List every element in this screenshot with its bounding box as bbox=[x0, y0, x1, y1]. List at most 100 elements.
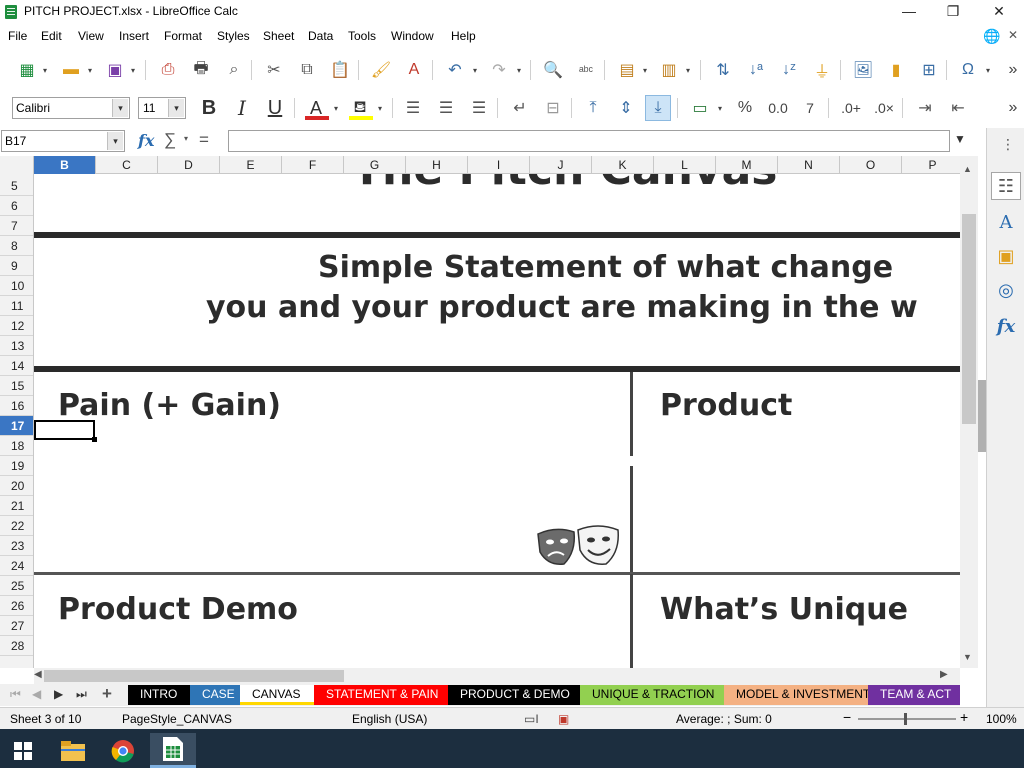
previous-sheet-icon[interactable]: ◀ bbox=[32, 687, 41, 701]
menu-styles[interactable]: Styles bbox=[217, 29, 250, 43]
row-header-12[interactable]: 12 bbox=[0, 316, 33, 336]
sort-icon[interactable]: ⇅ bbox=[710, 57, 736, 83]
undo-icon[interactable]: ↶ bbox=[442, 57, 468, 83]
redo-dropdown-icon[interactable]: ▾ bbox=[517, 66, 525, 75]
export-pdf-icon[interactable]: ⎙ bbox=[155, 57, 181, 83]
font-color-dropdown-icon[interactable]: ▾ bbox=[334, 104, 342, 113]
sheet-tab-3[interactable]: STATEMENT & PAIN bbox=[314, 685, 448, 705]
file-explorer-icon[interactable] bbox=[50, 733, 96, 768]
column-header-l[interactable]: L bbox=[654, 156, 716, 174]
cut-icon[interactable]: ✂ bbox=[261, 57, 287, 83]
open-dropdown-icon[interactable]: ▾ bbox=[88, 66, 96, 75]
bold-icon[interactable]: B bbox=[196, 95, 222, 121]
row-header-6[interactable]: 6 bbox=[0, 196, 33, 216]
navigator-icon[interactable]: ◎ bbox=[991, 276, 1021, 304]
save-icon[interactable]: ▣ bbox=[102, 57, 128, 83]
paste-icon[interactable]: 📋 bbox=[327, 57, 353, 83]
row-header-28[interactable]: 28 bbox=[0, 636, 33, 656]
properties-icon[interactable]: ☷ bbox=[991, 172, 1021, 200]
column-header-e[interactable]: E bbox=[220, 156, 282, 174]
row-header-16[interactable]: 16 bbox=[0, 396, 33, 416]
column-header-d[interactable]: D bbox=[158, 156, 220, 174]
menu-sheet[interactable]: Sheet bbox=[263, 29, 294, 43]
align-left-icon[interactable]: ☰ bbox=[400, 95, 426, 121]
sheet-tab-1[interactable]: CASE bbox=[190, 685, 240, 705]
menu-window[interactable]: Window bbox=[391, 29, 434, 43]
chrome-icon[interactable] bbox=[100, 733, 146, 768]
restore-button[interactable]: ❐ bbox=[930, 0, 976, 24]
insert-chart-icon[interactable]: ▮ bbox=[883, 57, 909, 83]
column-header-p[interactable]: P bbox=[902, 156, 964, 174]
formula-input[interactable] bbox=[228, 130, 950, 152]
menu-data[interactable]: Data bbox=[308, 29, 333, 43]
functions-icon[interactable]: fx bbox=[991, 312, 1021, 340]
menu-format[interactable]: Format bbox=[164, 29, 202, 43]
column-header-g[interactable]: G bbox=[344, 156, 406, 174]
libreoffice-calc-taskbar-icon[interactable] bbox=[150, 733, 196, 768]
sum-dropdown-icon[interactable]: ▾ bbox=[184, 134, 188, 143]
row-header-21[interactable]: 21 bbox=[0, 496, 33, 516]
number-format-icon[interactable]: 0.0 bbox=[765, 95, 791, 121]
new-document-icon[interactable]: ▦ bbox=[14, 57, 40, 83]
row-header-26[interactable]: 26 bbox=[0, 596, 33, 616]
row-header-19[interactable]: 19 bbox=[0, 456, 33, 476]
scroll-right-icon[interactable]: ▶ bbox=[940, 669, 948, 680]
highlight-dropdown-icon[interactable]: ▾ bbox=[378, 104, 386, 113]
special-character-dropdown-icon[interactable]: ▾ bbox=[986, 66, 994, 75]
pivot-table-icon[interactable]: ⊞ bbox=[916, 57, 942, 83]
gallery-icon[interactable]: ▣ bbox=[991, 242, 1021, 270]
name-box[interactable]: B17 ▾ bbox=[1, 130, 125, 152]
menu-edit[interactable]: Edit bbox=[41, 29, 62, 43]
column-header-f[interactable]: F bbox=[282, 156, 344, 174]
column-header-h[interactable]: H bbox=[406, 156, 468, 174]
first-sheet-icon[interactable]: ⏮ bbox=[10, 687, 21, 702]
menu-file[interactable]: File bbox=[8, 29, 27, 43]
copy-icon[interactable]: ⧉ bbox=[294, 57, 320, 83]
row-header-22[interactable]: 22 bbox=[0, 516, 33, 536]
wrap-text-icon[interactable]: ↵ bbox=[507, 95, 533, 121]
column-header-i[interactable]: I bbox=[468, 156, 530, 174]
row-header-25[interactable]: 25 bbox=[0, 576, 33, 596]
chevron-down-icon[interactable]: ▾ bbox=[107, 132, 123, 150]
autofilter-icon[interactable]: ⏚ bbox=[809, 57, 835, 83]
find-replace-icon[interactable]: 🔍 bbox=[540, 57, 566, 83]
horizontal-scroll-thumb[interactable] bbox=[44, 670, 344, 682]
align-top-icon[interactable]: ⤒ bbox=[580, 95, 606, 121]
undo-dropdown-icon[interactable]: ▾ bbox=[473, 66, 481, 75]
row-dropdown-icon[interactable]: ▾ bbox=[643, 66, 651, 75]
date-format-icon[interactable]: 7 bbox=[797, 95, 823, 121]
minimize-button[interactable]: — bbox=[886, 0, 932, 24]
column-header-j[interactable]: J bbox=[530, 156, 592, 174]
function-wizard-icon[interactable]: fx bbox=[138, 131, 154, 150]
menu-view[interactable]: View bbox=[78, 29, 104, 43]
menu-tools[interactable]: Tools bbox=[348, 29, 376, 43]
close-document-button[interactable]: ✕ bbox=[1008, 28, 1018, 42]
select-all-corner[interactable] bbox=[0, 156, 34, 174]
row-header-17[interactable]: 17 bbox=[0, 416, 33, 436]
sheet-tab-4[interactable]: PRODUCT & DEMO bbox=[448, 685, 580, 705]
zoom-level[interactable]: 100% bbox=[986, 712, 1017, 726]
new-dropdown-icon[interactable]: ▾ bbox=[43, 66, 51, 75]
row-header-10[interactable]: 10 bbox=[0, 276, 33, 296]
align-center-icon[interactable]: ☰ bbox=[433, 95, 459, 121]
align-middle-icon[interactable]: ⇕ bbox=[613, 95, 639, 121]
zoom-slider-knob[interactable] bbox=[904, 713, 907, 725]
row-header-11[interactable]: 11 bbox=[0, 296, 33, 316]
currency-dropdown-icon[interactable]: ▾ bbox=[718, 104, 726, 113]
sheet-tab-0[interactable]: INTRO bbox=[128, 685, 190, 705]
open-folder-icon[interactable]: ▬ bbox=[58, 57, 84, 83]
expand-formula-icon[interactable]: ▼ bbox=[954, 132, 966, 146]
column-header-c[interactable]: C bbox=[96, 156, 158, 174]
selection-mode-icon[interactable]: ▭I bbox=[524, 712, 539, 726]
italic-icon[interactable]: I bbox=[229, 95, 255, 121]
zoom-slider[interactable] bbox=[858, 713, 956, 725]
row-header-9[interactable]: 9 bbox=[0, 256, 33, 276]
toolbar-overflow-icon[interactable]: » bbox=[1004, 57, 1022, 83]
align-right-icon[interactable]: ☰ bbox=[466, 95, 492, 121]
sidebar-collapse-handle[interactable] bbox=[978, 380, 986, 452]
language-status[interactable]: English (USA) bbox=[352, 712, 427, 726]
row-header-7[interactable]: 7 bbox=[0, 216, 33, 236]
last-sheet-icon[interactable]: ⏭ bbox=[76, 687, 87, 702]
column-dropdown-icon[interactable]: ▾ bbox=[686, 66, 694, 75]
increase-indent-icon[interactable]: ⇥ bbox=[912, 95, 938, 121]
